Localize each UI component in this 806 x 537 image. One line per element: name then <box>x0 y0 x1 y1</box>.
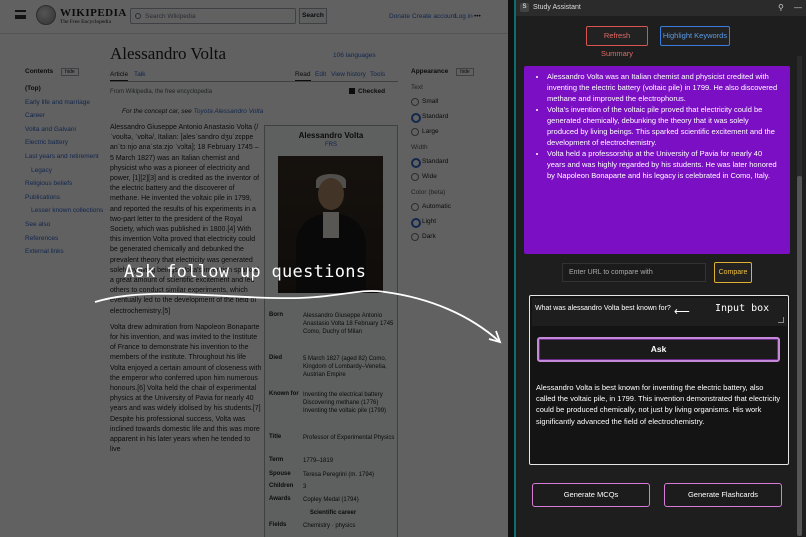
summary-box: Alessandro Volta was an Italian chemist … <box>524 66 790 254</box>
generate-mcqs-button[interactable]: Generate MCQs <box>532 483 650 507</box>
pin-icon[interactable]: ⚲ <box>778 3 784 12</box>
window-title: Study Assistant <box>533 4 581 11</box>
annotation-ask-follow-up: Ask follow up questions <box>124 262 367 282</box>
refresh-summary-button[interactable]: Refresh Summary <box>586 26 648 58</box>
summary-bullet: Alessandro Volta was an Italian chemist … <box>547 71 780 104</box>
highlight-keywords-button[interactable]: Highlight Keywords <box>660 26 730 46</box>
panel-scrollbar[interactable] <box>797 56 802 536</box>
annotation-input-box: Input box <box>715 303 770 314</box>
title-bar[interactable]: S Study Assistant ⚲ — <box>516 0 806 16</box>
summary-bullet: Volta held a professorship at the Univer… <box>547 148 780 181</box>
question-text: What was alessandro Volta best known for… <box>535 305 671 312</box>
app-icon: S <box>520 3 529 12</box>
compare-url-input[interactable]: Enter URL to compare with <box>562 263 706 282</box>
generate-flashcards-button[interactable]: Generate Flashcards <box>664 483 782 507</box>
minimize-icon[interactable]: — <box>794 3 802 12</box>
compare-button[interactable]: Compare <box>714 262 752 283</box>
scrollbar-thumb[interactable] <box>797 176 802 536</box>
screen: WIKIPEDIA The Free Encyclopedia Search W… <box>0 0 806 537</box>
ask-button[interactable]: Ask <box>537 337 780 362</box>
resize-handle-icon[interactable] <box>778 317 784 323</box>
annotation-left-arrow-icon: ⟵ <box>674 306 690 318</box>
answer-text: Alessandro Volta is best known for inven… <box>532 378 787 452</box>
summary-list: Alessandro Volta was an Italian chemist … <box>524 71 780 181</box>
question-answer-box: What was alessandro Volta best known for… <box>529 295 789 465</box>
summary-bullet: Volta's invention of the voltaic pile pr… <box>547 104 780 148</box>
study-assistant-window: S Study Assistant ⚲ — Refresh Summary Hi… <box>514 0 806 537</box>
